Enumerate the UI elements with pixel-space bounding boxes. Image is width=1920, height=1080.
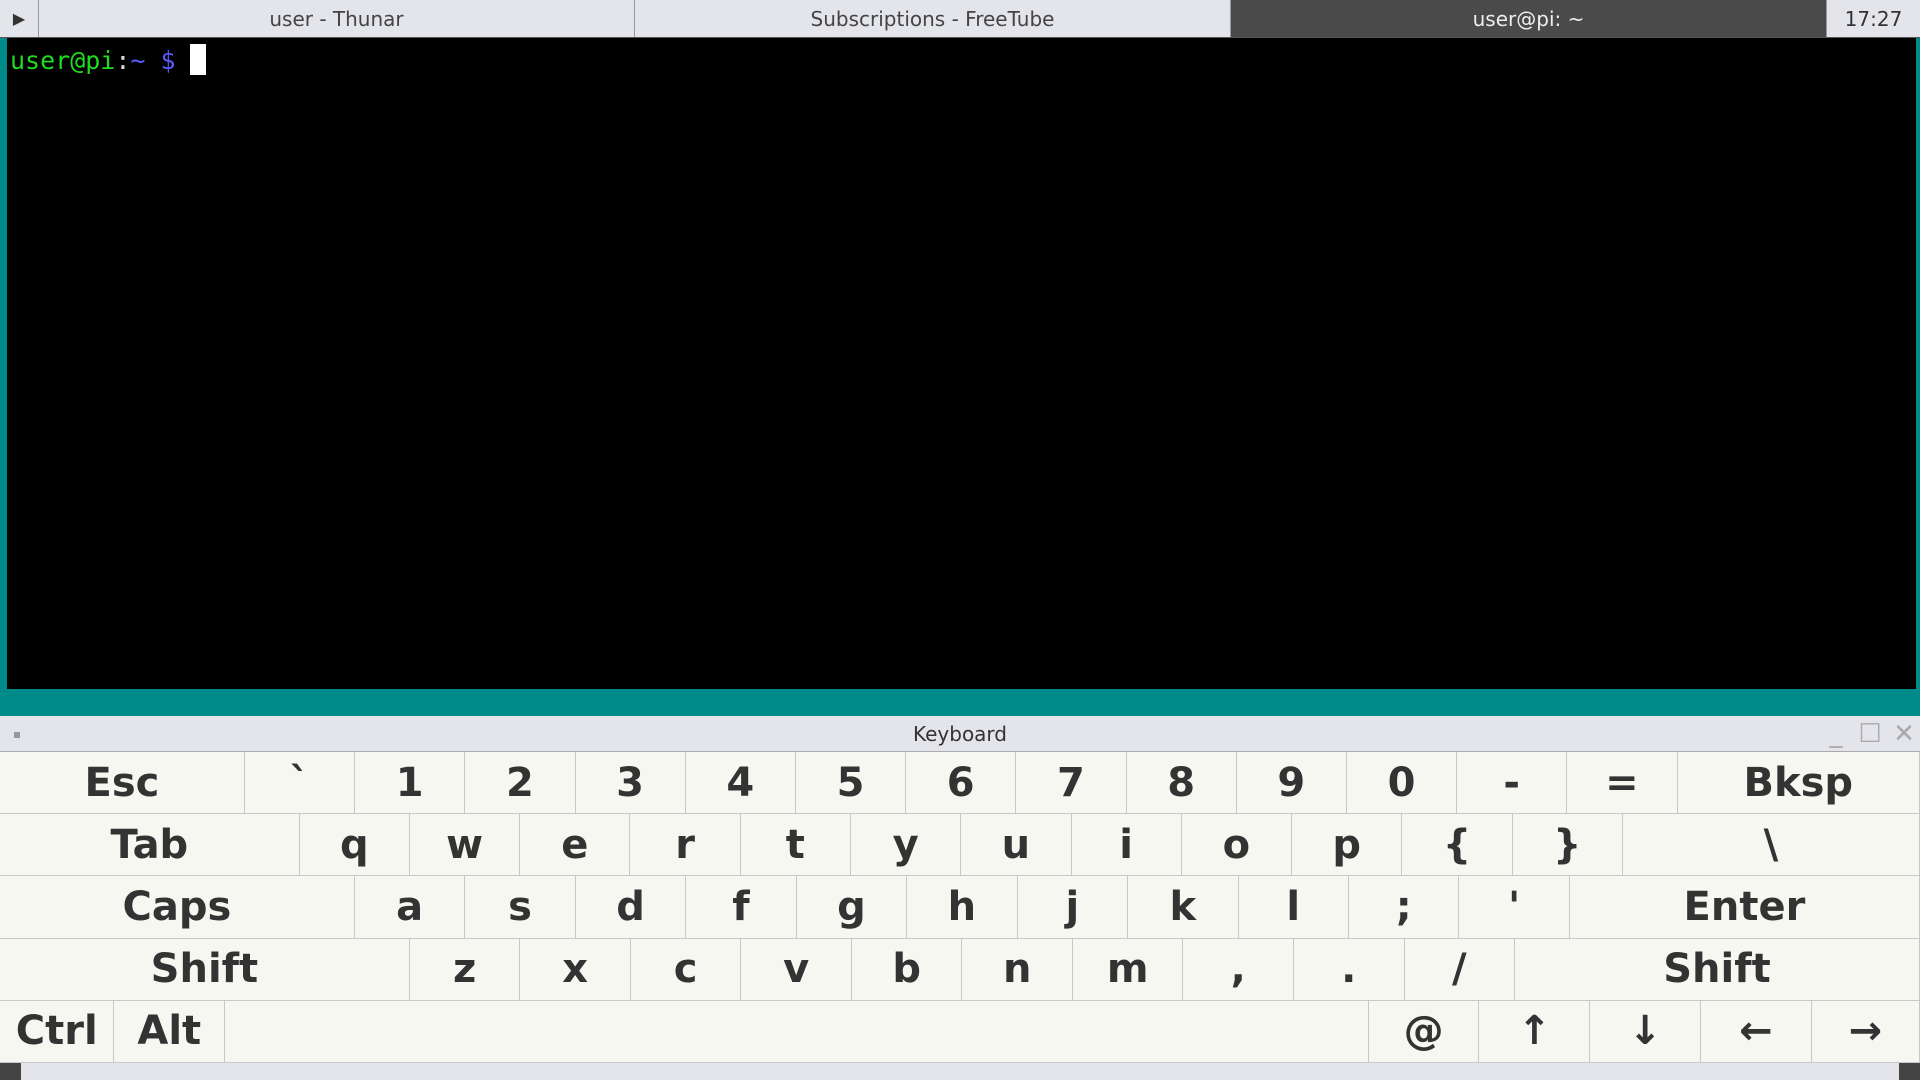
key-l[interactable]: l xyxy=(1239,876,1349,938)
key-n[interactable]: n xyxy=(962,938,1073,1000)
key-x[interactable]: x xyxy=(520,938,631,1000)
key-shift[interactable]: Shift xyxy=(1515,938,1920,1000)
key-equals[interactable]: = xyxy=(1567,752,1678,814)
key-6[interactable]: 6 xyxy=(906,752,1017,814)
keyboard-keys: Esc ` 1 2 3 4 5 6 7 8 9 0- = Bksp Tab q w e r t y u i o p{} \ Caps… xyxy=(0,752,1920,1064)
key-a[interactable]: a xyxy=(355,876,466,938)
key-backtick[interactable]: ` xyxy=(245,752,356,814)
key-r[interactable]: r xyxy=(630,814,741,876)
key-period[interactable]: . xyxy=(1294,938,1405,1000)
key-3[interactable]: 3 xyxy=(576,752,686,814)
keyboard-row: Shift z x c v b n m,. / Shift xyxy=(0,938,1920,1001)
key-2[interactable]: 2 xyxy=(465,752,576,814)
key-e[interactable]: e xyxy=(520,814,631,876)
key-minus[interactable]: - xyxy=(1457,752,1568,814)
key-quote[interactable]: ' xyxy=(1459,876,1570,938)
key-right[interactable]: → xyxy=(1812,1000,1920,1063)
terminal-window[interactable]: user@pi:~ $ xyxy=(7,38,1916,689)
task-freetube[interactable]: Subscriptions - FreeTube xyxy=(635,0,1231,37)
key-u[interactable]: u xyxy=(961,814,1072,876)
key-b[interactable]: b xyxy=(852,938,963,1000)
minimize-icon[interactable]: _ xyxy=(1820,719,1852,749)
key-lbrace[interactable]: { xyxy=(1402,814,1513,876)
key-1[interactable]: 1 xyxy=(355,752,466,814)
key-w[interactable]: w xyxy=(410,814,521,876)
key-c[interactable]: c xyxy=(631,938,742,1000)
key-slash[interactable]: / xyxy=(1405,938,1516,1000)
key-s[interactable]: s xyxy=(465,876,576,938)
key-m[interactable]: m xyxy=(1073,938,1184,1000)
keyboard-row: Caps a s d f g h j k l; ' Enter xyxy=(0,876,1920,939)
key-4[interactable]: 4 xyxy=(686,752,796,814)
prompt-symbol: $ xyxy=(145,46,176,75)
keyboard-title: Keyboard xyxy=(912,721,1007,746)
key-ctrl[interactable]: Ctrl xyxy=(0,1000,115,1063)
key-caps[interactable]: Caps xyxy=(0,876,355,938)
taskbar: ▶ user - Thunar Subscriptions - FreeTube… xyxy=(0,0,1920,38)
maximize-icon[interactable]: ☐ xyxy=(1854,719,1886,749)
key-y[interactable]: y xyxy=(851,814,962,876)
play-triangle-icon: ▶ xyxy=(12,9,26,28)
bottom-left-handle xyxy=(0,1063,21,1080)
text-cursor xyxy=(189,44,206,75)
key-g[interactable]: g xyxy=(797,876,908,938)
prompt-user-host: user@pi xyxy=(10,46,116,75)
key-0[interactable]: 0 xyxy=(1347,752,1458,814)
key-shift[interactable]: Shift xyxy=(0,938,410,1000)
key-o[interactable]: o xyxy=(1182,814,1293,876)
key-tab[interactable]: Tab xyxy=(0,814,300,876)
close-icon[interactable]: ✕ xyxy=(1888,719,1920,749)
key-k[interactable]: k xyxy=(1128,876,1239,938)
clock: 17:27 xyxy=(1827,0,1920,37)
key-up[interactable]: ↑ xyxy=(1479,1000,1591,1063)
task-terminal[interactable]: user@pi: ~ xyxy=(1231,0,1827,37)
keyboard-row: Tab q w e r t y u i o p{} \ xyxy=(0,814,1920,877)
key-comma[interactable]: , xyxy=(1183,938,1294,1000)
menu-button[interactable]: ▶ xyxy=(0,0,39,37)
key-h[interactable]: h xyxy=(907,876,1018,938)
key-p[interactable]: p xyxy=(1292,814,1403,876)
key-backslash[interactable]: \ xyxy=(1623,814,1920,876)
bottom-right-handle xyxy=(1899,1063,1920,1080)
key-q[interactable]: q xyxy=(300,814,410,876)
keyboard-row: Ctrl Alt @ ↑ ↓ ← → xyxy=(0,1000,1920,1064)
bottom-bar xyxy=(0,1063,1920,1080)
key-enter[interactable]: Enter xyxy=(1570,876,1920,938)
key-z[interactable]: z xyxy=(410,938,521,1000)
keyboard-titlebar[interactable]: Keyboard _ ☐ ✕ xyxy=(0,716,1920,752)
key-semicolon[interactable]: ; xyxy=(1349,876,1460,938)
prompt-path: ~ xyxy=(130,46,146,75)
key-7[interactable]: 7 xyxy=(1016,752,1127,814)
prompt-colon: : xyxy=(115,46,131,75)
key-bksp[interactable]: Bksp xyxy=(1678,752,1920,814)
key-esc[interactable]: Esc xyxy=(0,752,245,814)
key-space[interactable] xyxy=(225,1000,1369,1063)
key-rbrace[interactable]: } xyxy=(1513,814,1623,876)
task-thunar[interactable]: user - Thunar xyxy=(39,0,635,37)
key-left[interactable]: ← xyxy=(1701,1000,1812,1063)
key-down[interactable]: ↓ xyxy=(1590,1000,1701,1063)
key-j[interactable]: j xyxy=(1018,876,1129,938)
keyboard-window: Keyboard _ ☐ ✕ Esc ` 1 2 3 4 5 6 7 8 9 0- = Bksp Tab q w… xyxy=(0,716,1920,1080)
key-f[interactable]: f xyxy=(686,876,797,938)
key-9[interactable]: 9 xyxy=(1237,752,1347,814)
key-i[interactable]: i xyxy=(1072,814,1182,876)
key-d[interactable]: d xyxy=(576,876,687,938)
key-t[interactable]: t xyxy=(741,814,851,876)
key-v[interactable]: v xyxy=(741,938,852,1000)
key-at[interactable]: @ xyxy=(1369,1000,1480,1063)
window-menu-icon[interactable] xyxy=(14,732,20,738)
keyboard-row: Esc ` 1 2 3 4 5 6 7 8 9 0- = Bksp xyxy=(0,752,1920,815)
key-alt[interactable]: Alt xyxy=(114,1000,226,1063)
key-8[interactable]: 8 xyxy=(1127,752,1237,814)
key-5[interactable]: 5 xyxy=(796,752,907,814)
